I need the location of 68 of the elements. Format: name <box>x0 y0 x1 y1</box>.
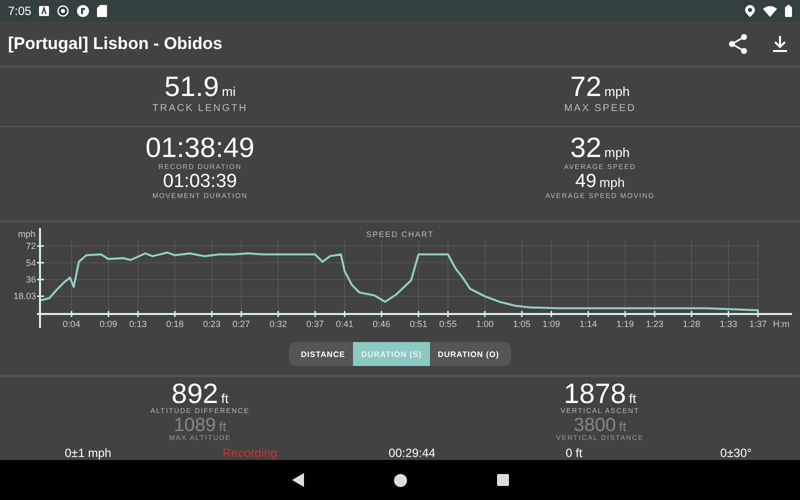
tick-label: 0:32 <box>269 319 287 329</box>
tick-label: 0:41 <box>336 319 354 329</box>
home-icon[interactable] <box>394 474 406 486</box>
tick-label: 0:37 <box>306 319 324 329</box>
stat-unit: mi <box>222 84 236 99</box>
notification-icon <box>39 6 50 16</box>
tick-label: 1:19 <box>616 319 634 329</box>
tick-label: 1:14 <box>579 319 597 329</box>
stat-unit: ft <box>619 419 626 434</box>
tick-label: 1:09 <box>542 319 560 329</box>
tick-label: 0:18 <box>166 319 184 329</box>
sd-card-icon <box>97 5 108 17</box>
axis-label: mph <box>18 229 36 239</box>
wifi-icon <box>763 6 777 16</box>
back-icon[interactable] <box>292 473 304 487</box>
live-reading: 0±30° <box>720 446 752 460</box>
live-reading: 00:29:44 <box>388 446 436 460</box>
stat-unit: ft <box>221 391 228 406</box>
tick-label: 0:13 <box>129 319 147 329</box>
stat-value: 49 <box>575 171 596 193</box>
stat-label: MAX SPEED <box>564 103 636 114</box>
location-icon <box>745 5 755 17</box>
chart-mode-tab[interactable]: DURATION (O) <box>430 342 508 366</box>
tick-label: 0:46 <box>372 319 390 329</box>
tick-label: 72 <box>26 241 36 251</box>
stat-label: TRACK LENGTH <box>152 103 248 114</box>
stat-value: 51.9 <box>164 71 219 103</box>
stat-unit: mph <box>599 175 625 190</box>
stat-value: 1089 <box>174 416 216 435</box>
tick-label: 0:55 <box>439 319 457 329</box>
tick-label: 0:04 <box>62 319 80 329</box>
stat-value: 1878 <box>564 380 626 408</box>
tick-label: 1:37 <box>749 319 767 329</box>
tick-label: 0:27 <box>232 319 250 329</box>
stat-unit: ft <box>629 391 636 406</box>
stat-value: 3800 <box>574 416 616 435</box>
recording-status: Recording <box>222 446 278 460</box>
tick-label: 1:33 <box>720 319 738 329</box>
chart-title: SPEED CHART <box>366 230 434 239</box>
chart-mode-tab[interactable]: DISTANCE <box>292 342 354 366</box>
axis-label: H:m <box>773 319 790 329</box>
tick-label: 0:23 <box>203 319 221 329</box>
tick-label: 1:05 <box>513 319 531 329</box>
stat-value: 72 <box>570 71 602 103</box>
tick-label: 1:23 <box>646 319 664 329</box>
tick-label: 1:28 <box>682 319 700 329</box>
stat-unit: ft <box>219 419 226 434</box>
stat-value: 892 <box>172 380 218 408</box>
live-reading: 0±1 mph <box>64 446 112 460</box>
stat-value: 01:38:49 <box>146 132 254 164</box>
live-reading: 0 ft <box>566 446 582 460</box>
tick-label: 0:09 <box>100 319 118 329</box>
notification-icon <box>77 5 90 17</box>
tick-label: 18.03 <box>13 291 36 302</box>
share-icon[interactable] <box>726 32 750 56</box>
recents-icon[interactable] <box>496 474 508 486</box>
tick-label: 1:00 <box>476 319 494 329</box>
record-icon <box>57 5 70 17</box>
tick-label: 54 <box>26 258 36 268</box>
stat-unit: mph <box>604 145 630 160</box>
tick-label: 36 <box>26 274 36 284</box>
battery-icon <box>785 5 792 17</box>
stat-value: 32 <box>570 132 602 164</box>
track-title: [Portugal] Lisbon - Obidos <box>8 34 224 54</box>
stat-unit: mph <box>604 84 630 99</box>
tick-label: 0:51 <box>410 319 428 329</box>
clock: 7:05 <box>8 4 32 18</box>
stat-value: 01:03:39 <box>163 171 237 193</box>
